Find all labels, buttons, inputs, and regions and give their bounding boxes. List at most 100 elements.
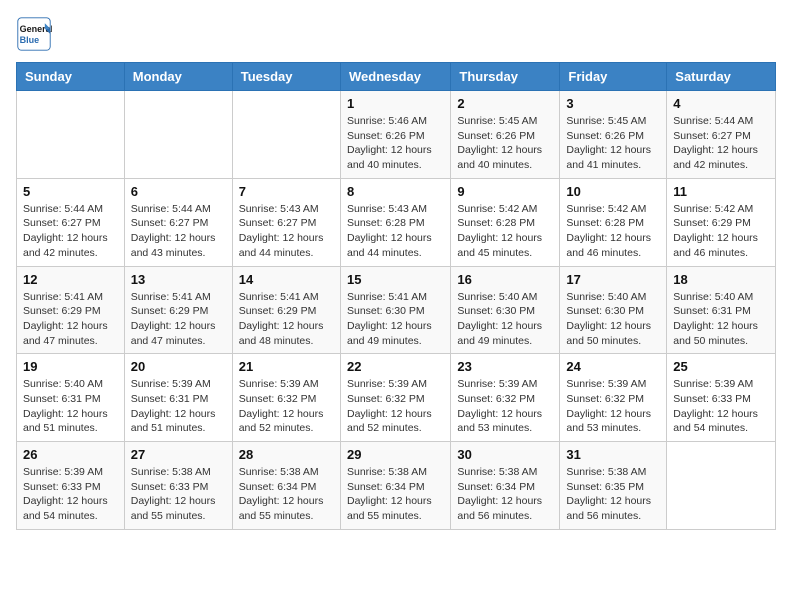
column-header-tuesday: Tuesday — [232, 63, 340, 91]
day-cell-15: 15 Sunrise: 5:41 AM Sunset: 6:30 PM Dayli… — [340, 266, 450, 354]
logo: General Blue — [16, 16, 56, 52]
calendar-header-row: SundayMondayTuesdayWednesdayThursdayFrid… — [17, 63, 776, 91]
page-header: General Blue — [16, 16, 776, 52]
day-cell-27: 27 Sunrise: 5:38 AM Sunset: 6:33 PM Dayli… — [124, 442, 232, 530]
day-number: 17 — [566, 272, 660, 287]
day-cell-1: 1 Sunrise: 5:46 AM Sunset: 6:26 PM Daylig… — [340, 91, 450, 179]
week-row-5: 26 Sunrise: 5:39 AM Sunset: 6:33 PM Dayli… — [17, 442, 776, 530]
day-cell-18: 18 Sunrise: 5:40 AM Sunset: 6:31 PM Dayli… — [667, 266, 776, 354]
day-info: Sunrise: 5:38 AM Sunset: 6:34 PM Dayligh… — [347, 465, 444, 524]
day-cell-6: 6 Sunrise: 5:44 AM Sunset: 6:27 PM Daylig… — [124, 178, 232, 266]
day-info: Sunrise: 5:40 AM Sunset: 6:30 PM Dayligh… — [566, 290, 660, 349]
week-row-3: 12 Sunrise: 5:41 AM Sunset: 6:29 PM Dayli… — [17, 266, 776, 354]
day-cell-3: 3Sunrise: 5:45 AM Sunset: 6:26 PM Daylig… — [560, 91, 667, 179]
day-info: Sunrise: 5:43 AM Sunset: 6:28 PM Dayligh… — [347, 202, 444, 261]
week-row-4: 19 Sunrise: 5:40 AM Sunset: 6:31 PM Dayli… — [17, 354, 776, 442]
day-info: Sunrise: 5:38 AM Sunset: 6:33 PM Dayligh… — [131, 465, 226, 524]
empty-cell — [232, 91, 340, 179]
day-cell-22: 22Sunrise: 5:39 AM Sunset: 6:32 PM Dayli… — [340, 354, 450, 442]
calendar-table: SundayMondayTuesdayWednesdayThursdayFrid… — [16, 62, 776, 530]
day-info: Sunrise: 5:41 AM Sunset: 6:30 PM Dayligh… — [347, 290, 444, 349]
day-info: Sunrise: 5:40 AM Sunset: 6:31 PM Dayligh… — [673, 290, 769, 349]
day-info: Sunrise: 5:39 AM Sunset: 6:33 PM Dayligh… — [23, 465, 118, 524]
day-number: 2 — [457, 96, 553, 111]
day-cell-13: 13 Sunrise: 5:41 AM Sunset: 6:29 PM Dayli… — [124, 266, 232, 354]
day-number: 4 — [673, 96, 769, 111]
column-header-wednesday: Wednesday — [340, 63, 450, 91]
day-number: 1 — [347, 96, 444, 111]
day-number: 5 — [23, 184, 118, 199]
day-number: 25 — [673, 359, 769, 374]
column-header-friday: Friday — [560, 63, 667, 91]
day-cell-23: 23Sunrise: 5:39 AM Sunset: 6:32 PM Dayli… — [451, 354, 560, 442]
day-number: 20 — [131, 359, 226, 374]
empty-cell — [17, 91, 125, 179]
day-cell-21: 21 Sunrise: 5:39 AM Sunset: 6:32 PM Dayli… — [232, 354, 340, 442]
day-info: Sunrise: 5:40 AM Sunset: 6:30 PM Dayligh… — [457, 290, 553, 349]
day-info: Sunrise: 5:38 AM Sunset: 6:34 PM Dayligh… — [457, 465, 553, 524]
day-number: 21 — [239, 359, 334, 374]
day-info: Sunrise: 5:44 AM Sunset: 6:27 PM Dayligh… — [23, 202, 118, 261]
day-cell-16: 16 Sunrise: 5:40 AM Sunset: 6:30 PM Dayli… — [451, 266, 560, 354]
day-info: Sunrise: 5:39 AM Sunset: 6:32 PM Dayligh… — [239, 377, 334, 436]
day-cell-26: 26 Sunrise: 5:39 AM Sunset: 6:33 PM Dayli… — [17, 442, 125, 530]
empty-cell — [124, 91, 232, 179]
day-cell-2: 2 Sunrise: 5:45 AM Sunset: 6:26 PM Daylig… — [451, 91, 560, 179]
logo-icon: General Blue — [16, 16, 52, 52]
day-cell-4: 4 Sunrise: 5:44 AM Sunset: 6:27 PM Daylig… — [667, 91, 776, 179]
day-number: 14 — [239, 272, 334, 287]
day-info: Sunrise: 5:41 AM Sunset: 6:29 PM Dayligh… — [239, 290, 334, 349]
day-info: Sunrise: 5:43 AM Sunset: 6:27 PM Dayligh… — [239, 202, 334, 261]
day-cell-29: 29 Sunrise: 5:38 AM Sunset: 6:34 PM Dayli… — [340, 442, 450, 530]
day-number: 29 — [347, 447, 444, 462]
day-info: Sunrise: 5:39 AM Sunset: 6:32 PM Dayligh… — [347, 377, 444, 436]
day-info: Sunrise: 5:45 AM Sunset: 6:26 PM Dayligh… — [457, 114, 553, 173]
day-cell-17: 17 Sunrise: 5:40 AM Sunset: 6:30 PM Dayli… — [560, 266, 667, 354]
day-number: 31 — [566, 447, 660, 462]
day-info: Sunrise: 5:42 AM Sunset: 6:28 PM Dayligh… — [566, 202, 660, 261]
day-cell-20: 20Sunrise: 5:39 AM Sunset: 6:31 PM Dayli… — [124, 354, 232, 442]
day-number: 8 — [347, 184, 444, 199]
day-number: 13 — [131, 272, 226, 287]
day-number: 16 — [457, 272, 553, 287]
day-number: 24 — [566, 359, 660, 374]
day-cell-24: 24 Sunrise: 5:39 AM Sunset: 6:32 PM Dayli… — [560, 354, 667, 442]
day-cell-14: 14 Sunrise: 5:41 AM Sunset: 6:29 PM Dayli… — [232, 266, 340, 354]
day-number: 10 — [566, 184, 660, 199]
day-number: 26 — [23, 447, 118, 462]
day-number: 18 — [673, 272, 769, 287]
day-number: 11 — [673, 184, 769, 199]
day-number: 27 — [131, 447, 226, 462]
day-cell-5: 5 Sunrise: 5:44 AM Sunset: 6:27 PM Daylig… — [17, 178, 125, 266]
day-info: Sunrise: 5:41 AM Sunset: 6:29 PM Dayligh… — [23, 290, 118, 349]
day-info: Sunrise: 5:40 AM Sunset: 6:31 PM Dayligh… — [23, 377, 118, 436]
day-number: 15 — [347, 272, 444, 287]
day-number: 12 — [23, 272, 118, 287]
day-info: Sunrise: 5:39 AM Sunset: 6:32 PM Dayligh… — [566, 377, 660, 436]
day-number: 3 — [566, 96, 660, 111]
day-cell-28: 28 Sunrise: 5:38 AM Sunset: 6:34 PM Dayli… — [232, 442, 340, 530]
column-header-sunday: Sunday — [17, 63, 125, 91]
day-cell-11: 11Sunrise: 5:42 AM Sunset: 6:29 PM Dayli… — [667, 178, 776, 266]
day-number: 19 — [23, 359, 118, 374]
column-header-saturday: Saturday — [667, 63, 776, 91]
day-info: Sunrise: 5:42 AM Sunset: 6:28 PM Dayligh… — [457, 202, 553, 261]
day-number: 9 — [457, 184, 553, 199]
day-info: Sunrise: 5:46 AM Sunset: 6:26 PM Dayligh… — [347, 114, 444, 173]
day-number: 28 — [239, 447, 334, 462]
calendar-body: 1 Sunrise: 5:46 AM Sunset: 6:26 PM Daylig… — [17, 91, 776, 530]
column-header-thursday: Thursday — [451, 63, 560, 91]
day-info: Sunrise: 5:39 AM Sunset: 6:33 PM Dayligh… — [673, 377, 769, 436]
day-cell-7: 7Sunrise: 5:43 AM Sunset: 6:27 PM Daylig… — [232, 178, 340, 266]
day-info: Sunrise: 5:38 AM Sunset: 6:34 PM Dayligh… — [239, 465, 334, 524]
week-row-1: 1 Sunrise: 5:46 AM Sunset: 6:26 PM Daylig… — [17, 91, 776, 179]
day-cell-31: 31Sunrise: 5:38 AM Sunset: 6:35 PM Dayli… — [560, 442, 667, 530]
day-cell-10: 10 Sunrise: 5:42 AM Sunset: 6:28 PM Dayli… — [560, 178, 667, 266]
column-header-monday: Monday — [124, 63, 232, 91]
day-cell-30: 30Sunrise: 5:38 AM Sunset: 6:34 PM Dayli… — [451, 442, 560, 530]
empty-cell — [667, 442, 776, 530]
day-info: Sunrise: 5:41 AM Sunset: 6:29 PM Dayligh… — [131, 290, 226, 349]
day-info: Sunrise: 5:44 AM Sunset: 6:27 PM Dayligh… — [673, 114, 769, 173]
day-number: 6 — [131, 184, 226, 199]
day-info: Sunrise: 5:44 AM Sunset: 6:27 PM Dayligh… — [131, 202, 226, 261]
